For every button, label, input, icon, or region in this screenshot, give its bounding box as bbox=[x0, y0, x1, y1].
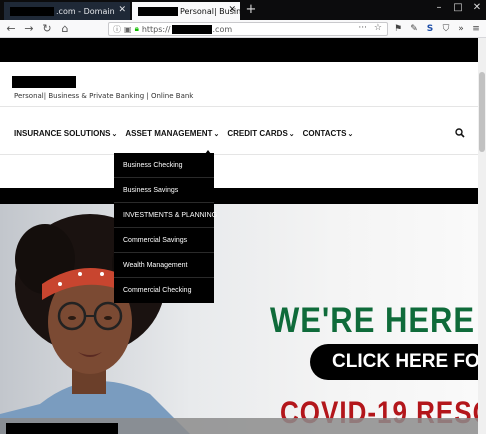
maximize-button[interactable]: □ bbox=[449, 0, 467, 16]
main-nav: INSURANCE SOLUTIONS ⌄ ASSET MANAGEMENT ⌄ C… bbox=[14, 129, 361, 138]
site-tagline: Personal| Business & Private Banking | O… bbox=[14, 92, 194, 100]
chevron-down-icon: ⌄ bbox=[213, 130, 220, 138]
redacted-block bbox=[10, 6, 54, 16]
forward-arrow-icon[interactable]: → bbox=[22, 22, 36, 36]
back-arrow-icon[interactable]: ← bbox=[4, 22, 18, 36]
overflow-chevron-icon[interactable]: » bbox=[455, 23, 467, 35]
nav-contacts[interactable]: CONTACTS ⌄ bbox=[303, 129, 354, 138]
dropdown-item-business-checking[interactable]: Business Checking bbox=[114, 153, 214, 178]
tab-label: .com - Domain bbox=[56, 6, 115, 16]
hero-banner[interactable]: WE'RE HERE FOR CLICK HERE FOR COVID-19 R… bbox=[0, 204, 478, 434]
asset-management-dropdown: Business Checking Business Savings INVES… bbox=[114, 153, 217, 303]
chevron-down-icon: ⌄ bbox=[111, 130, 118, 138]
close-window-button[interactable]: ✕ bbox=[468, 0, 486, 16]
nav-insurance-solutions[interactable]: INSURANCE SOLUTIONS ⌄ bbox=[14, 129, 117, 138]
minimize-button[interactable]: – bbox=[430, 0, 448, 16]
image-icon[interactable]: ▣ bbox=[124, 25, 132, 34]
scrollbar-thumb[interactable] bbox=[479, 72, 485, 152]
navigation-toolbar: ← → ↻ ⌂ ⓘ ▣ 🔒︎ https:// .com ··· ☆ ⚑ ✎ S… bbox=[0, 20, 486, 38]
close-icon[interactable]: ✕ bbox=[118, 5, 126, 15]
divider bbox=[0, 154, 478, 155]
url-bar[interactable]: ⓘ ▣ 🔒︎ https:// .com ··· ☆ bbox=[108, 22, 388, 36]
site-logo[interactable] bbox=[12, 76, 76, 88]
home-icon[interactable]: ⌂ bbox=[58, 22, 72, 36]
shield-icon[interactable]: ⛉ bbox=[440, 23, 452, 35]
nav-label: ASSET MANAGEMENT bbox=[125, 129, 213, 138]
plus-icon[interactable]: + bbox=[244, 2, 258, 18]
brush-icon[interactable]: ✎ bbox=[408, 23, 420, 35]
page-viewport: Personal| Business & Private Banking | O… bbox=[0, 38, 486, 434]
black-band bbox=[0, 188, 478, 204]
url-prefix: https:// bbox=[141, 24, 171, 34]
chevron-down-icon: ⌄ bbox=[347, 130, 354, 138]
top-black-bar bbox=[0, 38, 478, 62]
redacted-block bbox=[6, 423, 118, 434]
tab-strip: .com - Domain ✕ Personal| Busine ✕ + – □… bbox=[0, 0, 486, 20]
nav-asset-management[interactable]: ASSET MANAGEMENT ⌄ bbox=[125, 129, 219, 138]
dropdown-item-commercial-checking[interactable]: Commercial Checking bbox=[114, 278, 214, 303]
search-icon[interactable] bbox=[455, 128, 465, 138]
divider bbox=[0, 106, 478, 107]
lock-icon[interactable]: 🔒︎ bbox=[135, 24, 139, 34]
chevron-down-icon: ⌄ bbox=[288, 130, 295, 138]
url-suffix: .com bbox=[212, 24, 233, 34]
star-icon[interactable]: ☆ bbox=[374, 23, 382, 33]
nav-label: INSURANCE SOLUTIONS bbox=[14, 129, 111, 138]
dropdown-item-investments-planning[interactable]: INVESTMENTS & PLANNING bbox=[114, 203, 217, 228]
scrollbar[interactable] bbox=[478, 38, 486, 434]
redacted-block bbox=[138, 6, 178, 16]
extensions-icon[interactable]: ⚑ bbox=[392, 23, 404, 35]
dropdown-item-wealth-management[interactable]: Wealth Management bbox=[114, 253, 214, 278]
nav-label: CONTACTS bbox=[302, 129, 347, 138]
reload-icon[interactable]: ↻ bbox=[40, 22, 54, 36]
hero-slogan: WE'RE HERE FOR bbox=[270, 300, 478, 341]
nav-credit-cards[interactable]: CREDIT CARDS ⌄ bbox=[227, 129, 294, 138]
close-icon[interactable]: ✕ bbox=[228, 5, 236, 15]
hero-cta-button[interactable]: CLICK HERE FOR bbox=[310, 344, 478, 380]
dropdown-item-business-savings[interactable]: Business Savings bbox=[114, 178, 214, 203]
menu-icon[interactable]: ≡ bbox=[470, 23, 482, 35]
info-icon[interactable]: ⓘ bbox=[113, 24, 121, 35]
redacted-block bbox=[171, 24, 212, 34]
tab-domain[interactable]: .com - Domain ✕ bbox=[4, 2, 130, 20]
s-extension-icon[interactable]: S bbox=[424, 23, 436, 35]
tab-personal[interactable]: Personal| Busine ✕ bbox=[132, 2, 240, 20]
more-dots-icon[interactable]: ··· bbox=[358, 23, 367, 33]
dropdown-item-commercial-savings[interactable]: Commercial Savings bbox=[114, 228, 214, 253]
nav-label: CREDIT CARDS bbox=[227, 129, 288, 138]
